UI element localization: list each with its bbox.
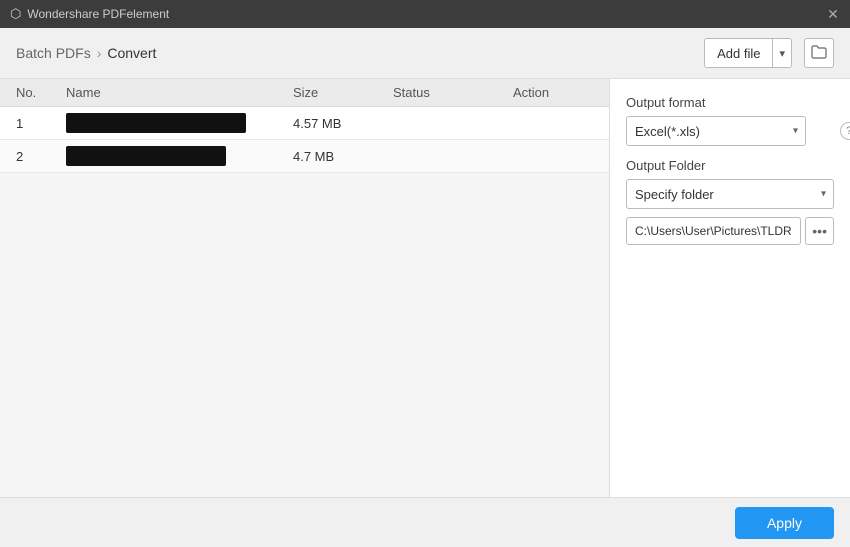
close-button[interactable]: ✕	[826, 7, 840, 21]
chevron-down-icon: ▾	[779, 47, 785, 60]
folder-path-input[interactable]	[626, 217, 801, 245]
row-name	[66, 113, 293, 133]
breadcrumb-bar: Batch PDFs › Convert Add file ▾	[0, 28, 850, 79]
row-size: 4.7 MB	[293, 149, 393, 164]
folder-browse-button[interactable]: •••	[805, 217, 834, 245]
specify-folder-select[interactable]: Specify folder Same as source	[626, 179, 834, 209]
right-panel: Output format Excel(*.xls) Word(*.docx) …	[610, 79, 850, 497]
open-folder-button[interactable]	[804, 38, 834, 68]
output-folder-section: Output Folder Specify folder Same as sou…	[626, 158, 834, 245]
output-format-row: Excel(*.xls) Word(*.docx) PDF Text(*.txt…	[626, 116, 834, 146]
col-size: Size	[293, 85, 393, 100]
add-file-dropdown-button[interactable]: ▾	[773, 39, 791, 67]
row-size: 4.57 MB	[293, 116, 393, 131]
table-row: 2 4.7 MB	[0, 140, 609, 173]
add-file-btn-group: Add file ▾	[704, 38, 792, 68]
breadcrumb-separator: ›	[97, 45, 102, 61]
col-name: Name	[66, 85, 293, 100]
row-name	[66, 146, 293, 166]
col-no: No.	[16, 85, 66, 100]
folder-path-row: •••	[626, 217, 834, 245]
output-format-section: Output format Excel(*.xls) Word(*.docx) …	[626, 95, 834, 146]
output-format-wrapper: Excel(*.xls) Word(*.docx) PDF Text(*.txt…	[626, 116, 806, 146]
col-status: Status	[393, 85, 513, 100]
file-panel: No. Name Size Status Action 1 4.57 MB	[0, 79, 610, 497]
help-icon[interactable]: ?	[840, 122, 850, 140]
main-window: Batch PDFs › Convert Add file ▾	[0, 28, 850, 547]
breadcrumb-parent[interactable]: Batch PDFs	[16, 45, 91, 61]
row-no: 2	[16, 149, 66, 164]
app-title: Wondershare PDFelement	[27, 7, 169, 21]
output-format-select[interactable]: Excel(*.xls) Word(*.docx) PDF Text(*.txt…	[626, 116, 806, 146]
col-action: Action	[513, 85, 593, 100]
file-name-redacted	[66, 113, 246, 133]
table-body: 1 4.57 MB 2 4.7 MB	[0, 107, 609, 497]
title-bar-left: ⬡ Wondershare PDFelement	[10, 6, 169, 22]
app-icon: ⬡	[10, 6, 21, 22]
specify-folder-wrapper: Specify folder Same as source ▾	[626, 179, 834, 209]
file-name-redacted	[66, 146, 226, 166]
output-folder-label: Output Folder	[626, 158, 834, 173]
table-row: 1 4.57 MB	[0, 107, 609, 140]
content-area: No. Name Size Status Action 1 4.57 MB	[0, 79, 850, 497]
title-bar: ⬡ Wondershare PDFelement ✕	[0, 0, 850, 28]
apply-button[interactable]: Apply	[735, 507, 834, 539]
toolbar: Add file ▾	[704, 38, 834, 68]
output-format-label: Output format	[626, 95, 834, 110]
breadcrumb-current: Convert	[107, 45, 156, 61]
add-file-button[interactable]: Add file	[705, 39, 773, 67]
table-header: No. Name Size Status Action	[0, 79, 609, 107]
folder-icon	[811, 45, 827, 62]
bottom-bar: Apply	[0, 497, 850, 547]
row-no: 1	[16, 116, 66, 131]
